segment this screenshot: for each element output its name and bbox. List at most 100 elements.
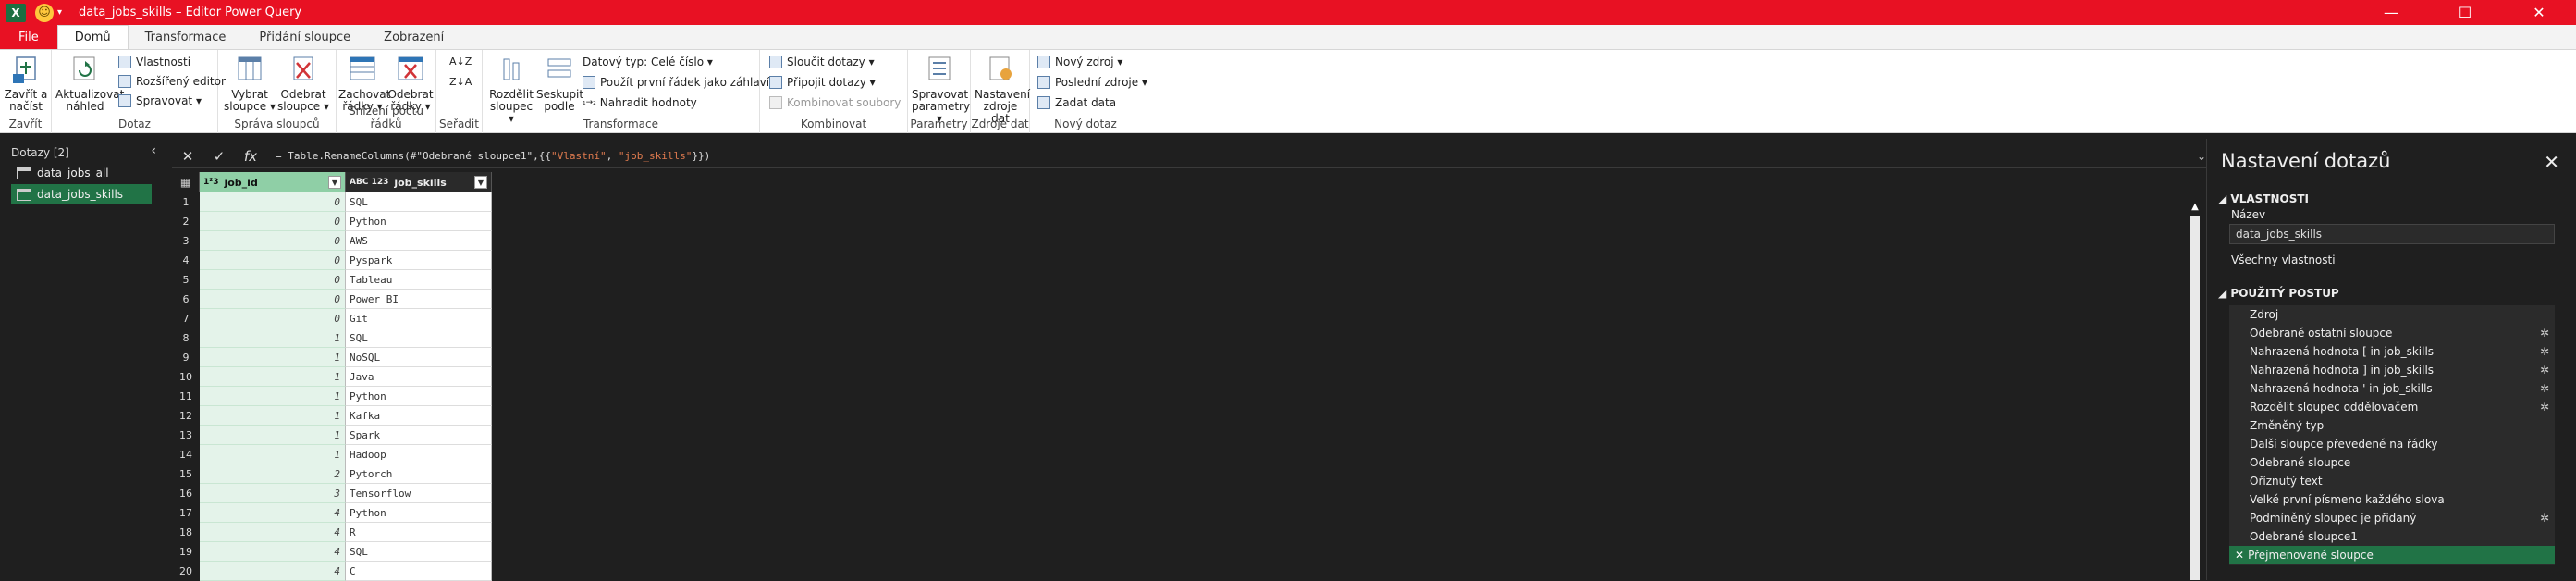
row-number[interactable]: 15 <box>172 464 200 484</box>
cell-job-skills[interactable]: R <box>346 523 492 542</box>
cell-job-id[interactable]: 4 <box>200 523 346 542</box>
column-header-job-id[interactable]: 1²3 job_id ▼ <box>200 172 346 192</box>
formula-input[interactable]: = Table.RenameColumns(#"Odebrané sloupce… <box>276 150 710 162</box>
cell-job-id[interactable]: 4 <box>200 503 346 523</box>
cell-job-id[interactable]: 1 <box>200 406 346 426</box>
properties-button[interactable]: Vlastnosti <box>118 56 190 68</box>
cell-job-skills[interactable]: SQL <box>346 192 492 212</box>
tab-home[interactable]: Domů <box>56 25 129 49</box>
table-row[interactable]: 7 0 Git <box>172 309 494 328</box>
table-row[interactable]: 20 4 C <box>172 562 494 581</box>
gear-icon[interactable]: ✲ <box>2540 345 2549 358</box>
table-row[interactable]: 10 1 Java <box>172 367 494 387</box>
new-source-dropdown[interactable]: Nový zdroj ▾ <box>1037 56 1122 68</box>
row-number[interactable]: 10 <box>172 367 200 387</box>
merge-queries-dropdown[interactable]: Sloučit dotazy ▾ <box>769 56 875 68</box>
row-number[interactable]: 20 <box>172 562 200 581</box>
cell-job-id[interactable]: 4 <box>200 542 346 562</box>
cell-job-skills[interactable]: Spark <box>346 426 492 445</box>
row-number[interactable]: 8 <box>172 328 200 348</box>
feedback-smiley-icon[interactable]: ☺ <box>35 3 54 22</box>
applied-step[interactable]: Odebrané sloupce1 <box>2229 527 2555 546</box>
gear-icon[interactable]: ✲ <box>2540 364 2549 377</box>
cell-job-id[interactable]: 0 <box>200 251 346 270</box>
recent-sources-dropdown[interactable]: Poslední zdroje ▾ <box>1037 76 1147 89</box>
cell-job-skills[interactable]: Pyspark <box>346 251 492 270</box>
cell-job-skills[interactable]: NoSQL <box>346 348 492 367</box>
chevron-down-icon[interactable]: ▾ <box>57 7 62 18</box>
row-number[interactable]: 9 <box>172 348 200 367</box>
cell-job-skills[interactable]: SQL <box>346 542 492 562</box>
cell-job-id[interactable]: 2 <box>200 464 346 484</box>
properties-section-header[interactable]: ◢ VLASTNOSTI <box>2218 192 2309 205</box>
gear-icon[interactable]: ✲ <box>2540 512 2549 525</box>
cell-job-id[interactable]: 1 <box>200 445 346 464</box>
row-number[interactable]: 13 <box>172 426 200 445</box>
scrollbar-thumb[interactable] <box>2190 216 2200 580</box>
query-item-data-jobs-all[interactable]: data_jobs_all <box>11 163 152 183</box>
table-row[interactable]: 3 0 AWS <box>172 231 494 251</box>
table-row[interactable]: 11 1 Python <box>172 387 494 406</box>
table-row[interactable]: 13 1 Spark <box>172 426 494 445</box>
table-menu-icon[interactable]: ▦ <box>172 172 200 192</box>
query-item-data-jobs-skills[interactable]: data_jobs_skills <box>11 184 152 204</box>
close-load-button[interactable]: Zavřít a načíst <box>4 54 48 113</box>
advanced-editor-button[interactable]: Rozšířený editor <box>118 75 226 88</box>
table-row[interactable]: 16 3 Tensorflow <box>172 484 494 503</box>
filter-dropdown-icon[interactable]: ▼ <box>328 176 341 189</box>
row-number[interactable]: 4 <box>172 251 200 270</box>
data-source-settings-button[interactable]: Nastavení zdroje dat <box>975 54 1030 125</box>
refresh-preview-button[interactable]: Aktualizovat náhled <box>55 54 124 113</box>
cell-job-id[interactable]: 4 <box>200 562 346 581</box>
row-number[interactable]: 5 <box>172 270 200 290</box>
replace-values-button[interactable]: ₁→₂ Nahradit hodnoty <box>583 96 697 109</box>
cell-job-skills[interactable]: Python <box>346 387 492 406</box>
cell-job-id[interactable]: 1 <box>200 426 346 445</box>
cell-job-skills[interactable]: Git <box>346 309 492 328</box>
close-window-button[interactable]: ✕ <box>2502 0 2576 25</box>
table-row[interactable]: 4 0 Pyspark <box>172 251 494 270</box>
cell-job-id[interactable]: 0 <box>200 212 346 231</box>
cancel-formula-icon[interactable]: ✕ <box>172 148 203 165</box>
cell-job-skills[interactable]: Tensorflow <box>346 484 492 503</box>
cell-job-id[interactable]: 1 <box>200 387 346 406</box>
table-row[interactable]: 9 1 NoSQL <box>172 348 494 367</box>
applied-step[interactable]: Podmíněný sloupec je přidaný ✲ <box>2229 509 2555 527</box>
column-header-job-skills[interactable]: ABC 123 job_skills ▼ <box>346 172 492 192</box>
row-number[interactable]: 3 <box>172 231 200 251</box>
choose-columns-button[interactable]: Vybrat sloupce ▾ <box>224 54 276 113</box>
table-row[interactable]: 8 1 SQL <box>172 328 494 348</box>
tab-transform[interactable]: Transformace <box>129 25 243 49</box>
applied-step[interactable]: Nahrazená hodnota ] in job_skills ✲ <box>2229 361 2555 379</box>
tab-file[interactable]: File <box>0 25 57 49</box>
manage-dropdown[interactable]: Spravovat ▾ <box>118 94 202 107</box>
confirm-formula-icon[interactable]: ✓ <box>203 148 235 165</box>
all-properties-link[interactable]: Všechny vlastnosti <box>2231 253 2336 266</box>
table-row[interactable]: 1 0 SQL <box>172 192 494 212</box>
manage-parameters-button[interactable]: Spravovat parametry ▾ <box>912 54 970 125</box>
applied-step[interactable]: ✕ Přejmenované sloupce <box>2229 546 2555 564</box>
data-type-dropdown[interactable]: Datový typ: Celé číslo ▾ <box>583 56 713 68</box>
gear-icon[interactable]: ✲ <box>2540 382 2549 395</box>
cell-job-skills[interactable]: Kafka <box>346 406 492 426</box>
row-number[interactable]: 1 <box>172 192 200 212</box>
collapse-pane-icon[interactable]: ‹ <box>151 143 156 158</box>
applied-step[interactable]: Velké první písmeno každého slova <box>2229 490 2555 509</box>
cell-job-skills[interactable]: Python <box>346 503 492 523</box>
remove-columns-button[interactable]: Odebrat sloupce ▾ <box>277 54 329 113</box>
cell-job-id[interactable]: 3 <box>200 484 346 503</box>
sort-ascending-button[interactable]: A↓Z <box>449 56 472 68</box>
table-row[interactable]: 5 0 Tableau <box>172 270 494 290</box>
applied-step[interactable]: Rozdělit sloupec oddělovačem ✲ <box>2229 398 2555 416</box>
gear-icon[interactable]: ✲ <box>2540 327 2549 340</box>
cell-job-id[interactable]: 0 <box>200 309 346 328</box>
applied-steps-header[interactable]: ◢ POUŽITÝ POSTUP <box>2218 287 2339 300</box>
applied-step[interactable]: Změněný typ <box>2229 416 2555 435</box>
any-type-icon[interactable]: ABC 123 <box>350 178 388 187</box>
row-number[interactable]: 19 <box>172 542 200 562</box>
filter-dropdown-icon[interactable]: ▼ <box>474 176 487 189</box>
row-number[interactable]: 18 <box>172 523 200 542</box>
cell-job-id[interactable]: 0 <box>200 290 346 309</box>
group-by-button[interactable]: Seskupit podle <box>536 54 583 113</box>
scroll-up-icon[interactable]: ▲ <box>2188 202 2202 212</box>
